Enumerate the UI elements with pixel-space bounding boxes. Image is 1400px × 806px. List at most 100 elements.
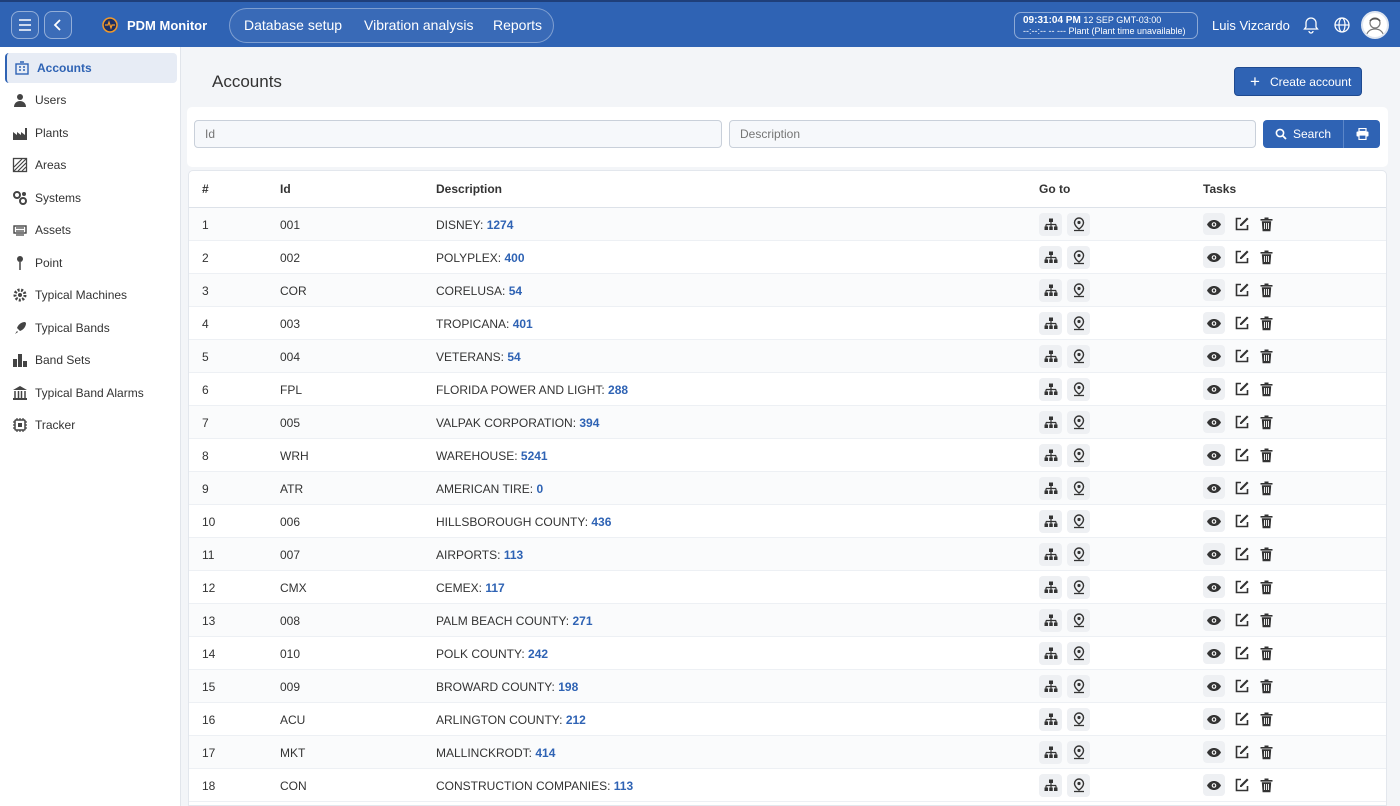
delete-button[interactable] <box>1255 444 1277 466</box>
edit-button[interactable] <box>1231 642 1253 664</box>
goto-hierarchy-button[interactable] <box>1039 411 1062 434</box>
back-button[interactable] <box>44 11 72 39</box>
table-row[interactable]: 3 COR CORELUSA: 54 <box>189 274 1386 307</box>
delete-button[interactable] <box>1255 543 1277 565</box>
column-header-description[interactable]: Description <box>436 182 502 196</box>
bell-icon[interactable] <box>1301 15 1321 35</box>
delete-button[interactable] <box>1255 675 1277 697</box>
app-brand[interactable]: PDM Monitor <box>101 16 207 34</box>
view-button[interactable] <box>1203 279 1225 301</box>
goto-hierarchy-button[interactable] <box>1039 675 1062 698</box>
goto-hierarchy-button[interactable] <box>1039 708 1062 731</box>
table-row[interactable]: 11 007 AIRPORTS: 113 <box>189 538 1386 571</box>
sidebar-item-areas[interactable]: Areas <box>5 150 177 180</box>
goto-map-button[interactable] <box>1067 642 1090 665</box>
table-row[interactable]: 18 CON CONSTRUCTION COMPANIES: 113 <box>189 769 1386 802</box>
goto-hierarchy-button[interactable] <box>1039 444 1062 467</box>
sidebar-item-typical-band-alarms[interactable]: Typical Band Alarms <box>5 378 177 408</box>
user-name[interactable]: Luis Vizcardo <box>1212 18 1290 33</box>
table-row[interactable]: 13 008 PALM BEACH COUNTY: 271 <box>189 604 1386 637</box>
edit-button[interactable] <box>1231 213 1253 235</box>
goto-map-button[interactable] <box>1067 741 1090 764</box>
goto-hierarchy-button[interactable] <box>1039 774 1062 797</box>
goto-map-button[interactable] <box>1067 774 1090 797</box>
edit-button[interactable] <box>1231 279 1253 301</box>
table-row[interactable]: 6 FPL FLORIDA POWER AND LIGHT: 288 <box>189 373 1386 406</box>
table-row[interactable]: 17 MKT MALLINCKRODT: 414 <box>189 736 1386 769</box>
edit-button[interactable] <box>1231 477 1253 499</box>
account-count[interactable]: 113 <box>504 548 523 562</box>
edit-button[interactable] <box>1231 510 1253 532</box>
account-count[interactable]: 394 <box>579 416 599 430</box>
edit-button[interactable] <box>1231 543 1253 565</box>
edit-button[interactable] <box>1231 774 1253 796</box>
globe-icon[interactable] <box>1332 15 1352 35</box>
delete-button[interactable] <box>1255 576 1277 598</box>
goto-map-button[interactable] <box>1067 246 1090 269</box>
menu-toggle-button[interactable] <box>11 11 39 39</box>
account-count[interactable]: 117 <box>485 581 504 595</box>
view-button[interactable] <box>1203 510 1225 532</box>
edit-button[interactable] <box>1231 675 1253 697</box>
id-filter-input[interactable] <box>194 120 722 148</box>
goto-map-button[interactable] <box>1067 411 1090 434</box>
goto-hierarchy-button[interactable] <box>1039 510 1062 533</box>
description-filter-input[interactable] <box>729 120 1256 148</box>
sidebar-item-tracker[interactable]: Tracker <box>5 410 177 440</box>
account-count[interactable]: 288 <box>608 383 628 397</box>
delete-button[interactable] <box>1255 741 1277 763</box>
table-row[interactable]: 12 CMX CEMEX: 117 <box>189 571 1386 604</box>
goto-hierarchy-button[interactable] <box>1039 741 1062 764</box>
avatar[interactable] <box>1361 11 1389 39</box>
nav-vibration-analysis[interactable]: Vibration analysis <box>364 17 473 33</box>
view-button[interactable] <box>1203 675 1225 697</box>
delete-button[interactable] <box>1255 708 1277 730</box>
table-row[interactable]: 2 002 POLYPLEX: 400 <box>189 241 1386 274</box>
goto-hierarchy-button[interactable] <box>1039 543 1062 566</box>
sidebar-item-point[interactable]: Point <box>5 248 177 278</box>
goto-hierarchy-button[interactable] <box>1039 312 1062 335</box>
delete-button[interactable] <box>1255 312 1277 334</box>
account-count[interactable]: 198 <box>558 680 578 694</box>
view-button[interactable] <box>1203 774 1225 796</box>
edit-button[interactable] <box>1231 444 1253 466</box>
goto-hierarchy-button[interactable] <box>1039 213 1062 236</box>
goto-map-button[interactable] <box>1067 279 1090 302</box>
table-row[interactable]: 5 004 VETERANS: 54 <box>189 340 1386 373</box>
goto-hierarchy-button[interactable] <box>1039 642 1062 665</box>
account-count[interactable]: 54 <box>507 350 520 364</box>
edit-button[interactable] <box>1231 312 1253 334</box>
view-button[interactable] <box>1203 576 1225 598</box>
goto-hierarchy-button[interactable] <box>1039 609 1062 632</box>
goto-map-button[interactable] <box>1067 444 1090 467</box>
table-row[interactable]: 7 005 VALPAK CORPORATION: 394 <box>189 406 1386 439</box>
edit-button[interactable] <box>1231 708 1253 730</box>
view-button[interactable] <box>1203 213 1225 235</box>
sidebar-item-accounts[interactable]: Accounts <box>5 53 177 83</box>
goto-map-button[interactable] <box>1067 576 1090 599</box>
goto-hierarchy-button[interactable] <box>1039 576 1062 599</box>
delete-button[interactable] <box>1255 279 1277 301</box>
view-button[interactable] <box>1203 246 1225 268</box>
goto-map-button[interactable] <box>1067 477 1090 500</box>
account-count[interactable]: 212 <box>566 713 586 727</box>
table-row[interactable]: 10 006 HILLSBOROUGH COUNTY: 436 <box>189 505 1386 538</box>
account-count[interactable]: 400 <box>505 251 525 265</box>
account-count[interactable]: 436 <box>591 515 611 529</box>
table-row[interactable]: 4 003 TROPICANA: 401 <box>189 307 1386 340</box>
table-row[interactable]: 14 010 POLK COUNTY: 242 <box>189 637 1386 670</box>
create-account-button[interactable]: + Create account <box>1234 67 1362 96</box>
goto-map-button[interactable] <box>1067 510 1090 533</box>
sidebar-item-assets[interactable]: Assets <box>5 215 177 245</box>
table-row[interactable]: 9 ATR AMERICAN TIRE: 0 <box>189 472 1386 505</box>
goto-hierarchy-button[interactable] <box>1039 246 1062 269</box>
sidebar-item-plants[interactable]: Plants <box>5 118 177 148</box>
view-button[interactable] <box>1203 444 1225 466</box>
goto-map-button[interactable] <box>1067 345 1090 368</box>
edit-button[interactable] <box>1231 576 1253 598</box>
delete-button[interactable] <box>1255 477 1277 499</box>
delete-button[interactable] <box>1255 774 1277 796</box>
goto-map-button[interactable] <box>1067 378 1090 401</box>
goto-hierarchy-button[interactable] <box>1039 477 1062 500</box>
sidebar-item-typical-machines[interactable]: Typical Machines <box>5 280 177 310</box>
